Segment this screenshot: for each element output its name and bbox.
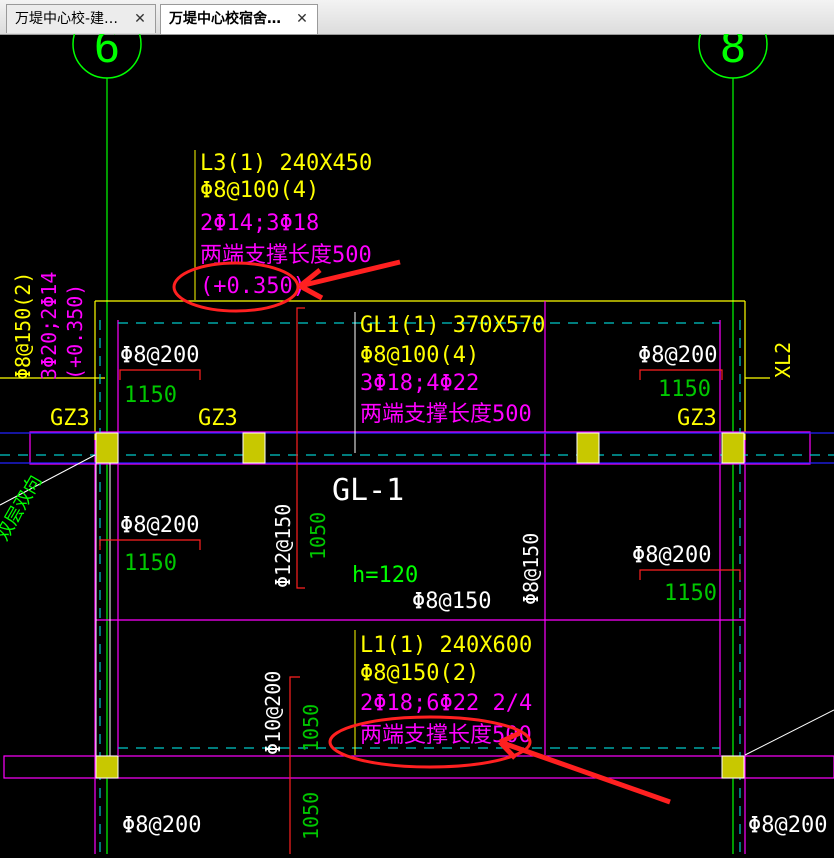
- axis-label-left: 6: [94, 34, 121, 73]
- xl2-label: XL2: [771, 342, 795, 378]
- l1-main-rebar: 2Φ18;6Φ22 2/4: [360, 691, 532, 716]
- axis-bubble-left: 6: [72, 9, 142, 79]
- double-layer-note: 双层双向: [0, 472, 46, 545]
- phi10-rebar: Φ10@200: [261, 671, 285, 755]
- blue-axis-lines: [0, 432, 834, 464]
- l3-main-rebar: 2Φ14;3Φ18: [200, 211, 319, 236]
- gz3-label: GZ3: [50, 406, 90, 431]
- phi8-150-vertical: Φ8@150: [519, 533, 543, 605]
- l3-title: L3(1) 240X450: [200, 151, 372, 176]
- length-1050: 1050: [299, 704, 323, 752]
- cad-drawing-canvas[interactable]: 6 8 L3(1) 240X450 Φ8@100(4) 2Φ14;3Φ18 两端…: [0, 9, 834, 854]
- left-vertical-rebar: 3Φ20;2Φ14: [37, 272, 61, 380]
- gl1-main-rebar: 3Φ18;4Φ22: [360, 371, 479, 396]
- slab-length: 1150: [658, 377, 711, 402]
- axis-bubble-right: 8: [698, 9, 768, 79]
- slab-rebar-label: Φ8@200: [120, 513, 199, 538]
- slab-rebar-label: Φ8@200: [632, 543, 711, 568]
- left-vertical-stirrup: Φ8@150(2): [11, 272, 35, 380]
- length-1050: 1050: [306, 512, 330, 560]
- gl1-stirrup: Φ8@100(4): [360, 343, 479, 368]
- l3-stirrup: Φ8@100(4): [200, 178, 319, 203]
- slab-rebar-label: Φ8@200: [748, 813, 827, 838]
- slab-length: 1150: [124, 383, 177, 408]
- length-1050: 1050: [299, 792, 323, 840]
- slab-length: 1150: [664, 581, 717, 606]
- phi8-150: Φ8@150: [412, 589, 491, 614]
- axis-label-right: 8: [720, 34, 747, 73]
- tab-building-drawing[interactable]: 万堤中心校-建… ✕: [6, 4, 156, 33]
- l1-title: L1(1) 240X600: [360, 633, 532, 658]
- slab-rebar-label: Φ8@200: [122, 813, 201, 838]
- gl-1-label: GL-1: [332, 473, 404, 508]
- gz3-label: GZ3: [677, 406, 717, 431]
- slab-rebar-label: Φ8@200: [638, 343, 717, 368]
- tab-bar: 万堤中心校-建… ✕ 万堤中心校宿舍… ✕: [0, 0, 834, 35]
- slab-length: 1150: [124, 551, 177, 576]
- gl1-title: GL1(1) 370X570: [360, 313, 545, 338]
- gl1-support-length: 两端支撑长度500: [360, 402, 532, 427]
- tab-label: 万堤中心校宿舍…: [169, 11, 281, 27]
- tab-dormitory-drawing[interactable]: 万堤中心校宿舍… ✕: [160, 4, 318, 34]
- slab-thickness: h=120: [352, 563, 418, 588]
- gz3-label: GZ3: [198, 406, 238, 431]
- close-icon[interactable]: ✕: [293, 5, 311, 33]
- phi12-rebar: Φ12@150: [271, 504, 295, 588]
- tab-label: 万堤中心校-建…: [15, 11, 119, 27]
- l1-stirrup: Φ8@150(2): [360, 661, 479, 686]
- left-vertical-elevation: (+0.350): [63, 284, 87, 380]
- slab-rebar-label: Φ8@200: [120, 343, 199, 368]
- l3-elevation: (+0.350): [200, 274, 306, 299]
- close-icon[interactable]: ✕: [131, 5, 149, 33]
